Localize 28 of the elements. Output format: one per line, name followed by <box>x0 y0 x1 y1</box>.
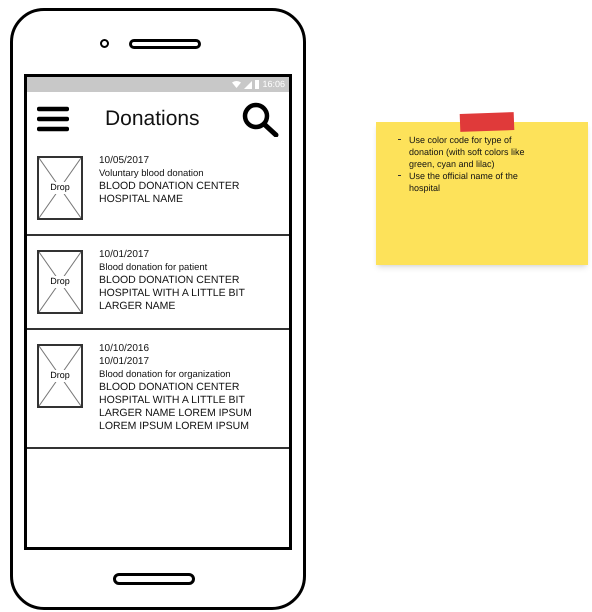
hospital-name: BLOOD DONATION CENTER HOSPITAL WITH A LITTLE BIT LARGER NAME <box>99 274 246 313</box>
donation-row[interactable]: Drop 10/10/2016 10/01/2017 Blood donation for organization BLOOD DONATION CENTER HOSPITAL WITH A LITTLE BIT LARGER NAME LOREM IPSUM LOREM IPSUM LOREM IPSUM <box>27 328 289 449</box>
search-icon[interactable] <box>241 101 279 137</box>
image-label: Drop <box>48 182 72 194</box>
screen-title: Donations <box>105 106 201 132</box>
donation-row[interactable]: Drop 10/05/2017 Voluntary blood donation BLOOD DONATION CENTER HOSPITAL NAME <box>27 146 289 234</box>
speaker-icon <box>128 38 200 48</box>
image-label: Drop <box>48 370 72 382</box>
tape <box>460 112 514 132</box>
donation-type: Voluntary blood donation <box>99 167 205 180</box>
hospital-name: BLOOD DONATION CENTER HOSPITAL NAME <box>99 180 240 206</box>
menu-icon[interactable] <box>37 106 69 132</box>
note-item: Use the official name of the hospital <box>409 170 519 194</box>
donation-date: 10/01/2017 <box>99 248 150 261</box>
wifi-icon <box>232 81 242 88</box>
hospital-name: BLOOD DONATION CENTER HOSPITAL WITH A LITTLE BIT LARGER NAME LOREM IPSUM LOREM IPSUM LOREM IPSUM <box>99 381 253 433</box>
image-label: Drop <box>48 276 72 288</box>
donation-type: Blood donation for organization <box>99 368 232 381</box>
signal-icon <box>244 80 252 88</box>
donation-row[interactable]: Drop 10/01/2017 Blood donation for patient BLOOD DONATION CENTER HOSPITAL WITH A LITTLE BIT LARGER NAME <box>27 234 289 328</box>
donation-type: Blood donation for patient <box>99 261 208 274</box>
donation-date: 10/05/2017 <box>99 154 150 167</box>
battery-icon <box>255 80 260 89</box>
home-bar-icon <box>113 572 195 584</box>
note-item: Use color code for type of donation (with soft colors like green, cyan and lilac) <box>409 134 526 170</box>
donation-date: 10/01/2017 <box>99 355 150 368</box>
camera-icon <box>100 39 108 48</box>
donation-date: 10/10/2016 <box>99 342 150 355</box>
